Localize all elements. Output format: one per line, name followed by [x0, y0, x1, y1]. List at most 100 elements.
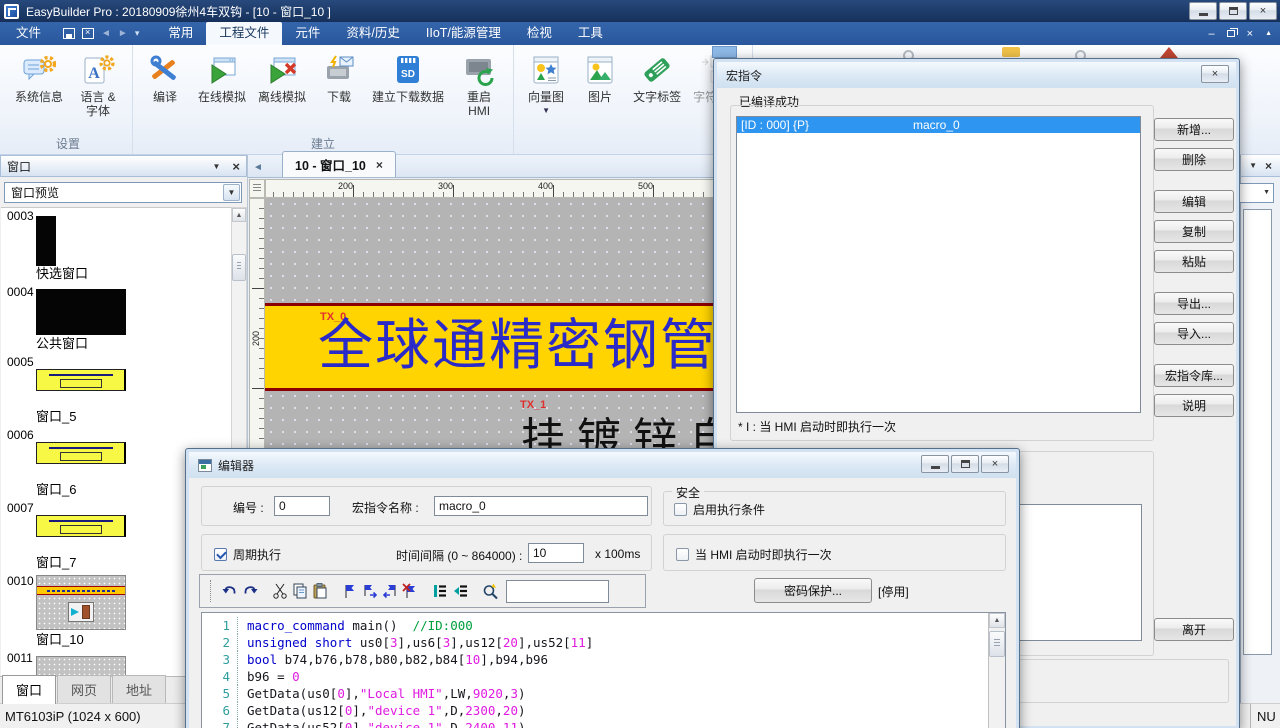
window-preview-select[interactable]: 窗口预览 ▼	[4, 182, 242, 203]
window-list-item[interactable]: 0004 公共窗口	[1, 284, 231, 354]
ribbon-item-system-info[interactable]: 系统信息 ▼	[10, 51, 68, 104]
canvas-tab[interactable]: 10 - 窗口_10 ×	[282, 151, 396, 177]
panel-close-icon[interactable]: ×	[232, 159, 240, 174]
macro-说明-button[interactable]: 说明	[1154, 394, 1234, 417]
code-line[interactable]: 4b96 = 0	[202, 668, 988, 685]
window-thumbnail[interactable]	[36, 575, 126, 630]
code-line[interactable]: 5GetData(us0[0],"Local HMI",LW,9020,3)	[202, 685, 988, 702]
panel-bottom-tab[interactable]: 网页	[57, 675, 111, 703]
code-line[interactable]: 3bool b74,b76,b78,b80,b82,b84[10],b94,b9…	[202, 651, 988, 668]
ribbon-tab[interactable]: 资料/历史	[333, 22, 412, 45]
window-thumbnail[interactable]	[36, 656, 126, 676]
cut-icon[interactable]	[270, 581, 290, 601]
macro-复制-button[interactable]: 复制	[1154, 220, 1234, 243]
macro-编辑-button[interactable]: 编辑	[1154, 190, 1234, 213]
indent-icon[interactable]	[430, 581, 450, 601]
scroll-up-icon[interactable]: ▲	[232, 208, 246, 222]
ribbon-item-compile[interactable]: 编译 ▼	[139, 51, 191, 104]
ribbon-item-restart-hmi[interactable]: 重启 HMI ▼	[451, 51, 507, 118]
outdent-icon[interactable]	[450, 581, 470, 601]
dialog-close-button[interactable]: ×	[1201, 65, 1229, 83]
file-menu[interactable]: 文件	[0, 22, 57, 45]
window-thumbnail[interactable]	[36, 369, 126, 391]
ribbon-item-sd-card[interactable]: SD 建立下载数据 ▼	[367, 51, 449, 104]
startup-exec-checkbox[interactable]	[676, 548, 689, 561]
macro-粘贴-button[interactable]: 粘贴	[1154, 250, 1234, 273]
macro-导出-button[interactable]: 导出...	[1154, 292, 1234, 315]
redo-icon[interactable]: ►	[118, 29, 128, 39]
undo-icon[interactable]: ◄	[101, 29, 111, 39]
window-restore-button[interactable]	[1219, 2, 1247, 20]
periodic-exec-checkbox[interactable]	[214, 548, 227, 561]
ribbon-tab[interactable]: 工程文件	[206, 22, 282, 45]
macro-导入-button[interactable]: 导入...	[1154, 322, 1234, 345]
macro-dialog-titlebar[interactable]: 宏指令	[717, 62, 1236, 88]
mdi-minimize-icon[interactable]: –	[1209, 28, 1215, 40]
collapse-ribbon-icon[interactable]: ▲	[1265, 30, 1272, 37]
dialog-minimize-button[interactable]	[921, 455, 949, 473]
macro-宏指令库-button[interactable]: 宏指令库...	[1154, 364, 1234, 387]
editor-dialog-titlebar[interactable]: 编辑器	[189, 452, 1016, 478]
window-thumbnail[interactable]	[36, 289, 126, 335]
find-input[interactable]	[506, 580, 609, 603]
paste-icon[interactable]	[310, 581, 330, 601]
scroll-up-icon[interactable]: ▲	[989, 613, 1005, 628]
find-icon[interactable]	[480, 581, 500, 601]
ribbon-tab[interactable]: 元件	[282, 22, 333, 45]
window-thumbnail[interactable]	[36, 515, 126, 537]
tab-close-icon[interactable]: ×	[376, 158, 383, 172]
mdi-close-icon[interactable]: ×	[1247, 28, 1253, 40]
bookmark-add-icon[interactable]	[340, 581, 360, 601]
chevron-down-icon[interactable]: ▼	[223, 184, 240, 201]
ribbon-tab[interactable]: 常用	[155, 22, 206, 45]
macro-name-input[interactable]	[434, 496, 648, 516]
chevron-down-icon[interactable]: ▼	[525, 106, 567, 115]
ribbon-item-download[interactable]: 下载 ▼	[313, 51, 365, 104]
code-line[interactable]: 2unsigned short us0[3],us6[3],us12[20],u…	[202, 634, 988, 651]
bookmark-clear-icon[interactable]	[400, 581, 420, 601]
exit-button[interactable]: 离开	[1154, 618, 1234, 641]
macro-id-input[interactable]	[274, 496, 330, 516]
macro-删除-button[interactable]: 删除	[1154, 148, 1234, 171]
save-icon[interactable]	[63, 28, 75, 39]
bookmark-next-icon[interactable]	[360, 581, 380, 601]
panel-bottom-tab[interactable]: 窗口	[2, 675, 56, 704]
ribbon-item-online-sim[interactable]: 在线模拟 ▼	[193, 51, 251, 104]
copy-icon[interactable]	[290, 581, 310, 601]
dialog-restore-button[interactable]	[951, 455, 979, 473]
panel-menu-icon[interactable]: ▼	[1249, 161, 1257, 170]
ribbon-tab[interactable]: IIoT/能源管理	[413, 22, 514, 45]
macro-新增-button[interactable]: 新增...	[1154, 118, 1234, 141]
code-line[interactable]: 7GetData(us52[0],"device 1",D,2400,11)	[202, 719, 988, 728]
macro-list-row[interactable]: [ID : 000] {P}macro_0	[737, 117, 1140, 133]
scrollbar-thumb[interactable]	[232, 254, 246, 281]
ribbon-item-text-tag[interactable]: 文字标签 ▼	[628, 51, 686, 104]
window-thumbnail[interactable]	[36, 442, 126, 464]
export-icon[interactable]	[82, 28, 94, 39]
dialog-close-button[interactable]: ×	[981, 455, 1009, 473]
code-editor-scrollbar[interactable]: ▲	[988, 613, 1005, 728]
redo-icon[interactable]	[240, 581, 260, 601]
code-editor[interactable]: 1macro_command main() //ID:0002unsigned …	[201, 612, 1006, 728]
window-list-item[interactable]: 0005 窗口_5	[1, 354, 231, 427]
ribbon-item-offline-sim[interactable]: 离线模拟 ▼	[253, 51, 311, 104]
ribbon-tab[interactable]: 工具	[565, 22, 616, 45]
macro-list[interactable]: [ID : 000] {P}macro_0	[736, 116, 1141, 413]
window-close-button[interactable]: ×	[1249, 2, 1277, 20]
code-line[interactable]: 1macro_command main() //ID:000	[202, 617, 988, 634]
right-dock-select[interactable]	[1239, 183, 1274, 203]
ribbon-item-language-font[interactable]: A 语言 & 字体 ▼	[70, 51, 126, 118]
tab-scroll-left-icon[interactable]: ◄	[248, 162, 268, 177]
window-minimize-button[interactable]	[1189, 2, 1217, 20]
panel-bottom-tab[interactable]: 地址	[112, 675, 166, 703]
panel-close-icon[interactable]: ×	[1265, 159, 1272, 173]
interval-input[interactable]	[528, 543, 584, 563]
window-list-item[interactable]: 0003 快选窗口	[1, 208, 231, 284]
exec-condition-checkbox[interactable]	[674, 503, 687, 516]
window-thumbnail[interactable]	[36, 216, 56, 266]
panel-menu-icon[interactable]: ▼	[212, 162, 220, 171]
ribbon-item-picture[interactable]: 图片 ▼	[574, 51, 626, 104]
code-line[interactable]: 6GetData(us12[0],"device 1",D,2300,20)	[202, 702, 988, 719]
scrollbar-thumb[interactable]	[989, 631, 1005, 657]
ribbon-item-vector-shape[interactable]: 向量图 ▼	[520, 51, 572, 115]
